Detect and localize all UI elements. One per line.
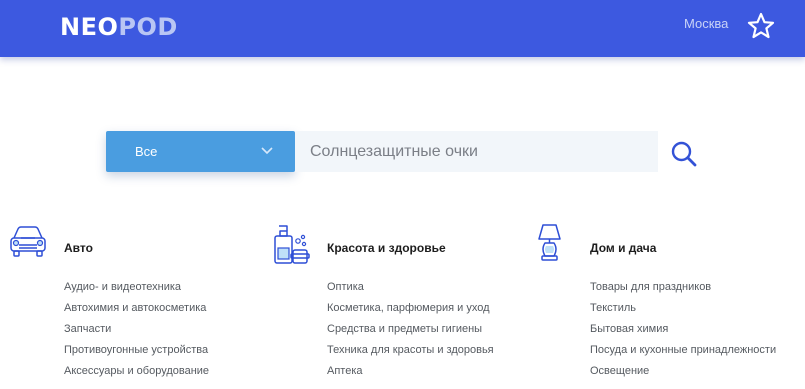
category-link[interactable]: Текстиль	[590, 301, 776, 322]
category-select-value: Все	[135, 144, 158, 159]
category-title[interactable]: Дом и дача	[590, 241, 656, 255]
category-link[interactable]: Автохимия и автокосметика	[64, 301, 209, 322]
category-link[interactable]: Освещение	[590, 364, 776, 385]
category-link[interactable]: Средства и предметы гигиены	[327, 322, 494, 343]
category-link[interactable]: Противоугонные устройства	[64, 343, 209, 364]
category-link[interactable]: Оптика	[327, 280, 494, 301]
search-input[interactable]	[295, 131, 658, 172]
chevron-down-icon	[261, 147, 273, 155]
category-link[interactable]: Аптека	[327, 364, 494, 385]
category-link[interactable]: Аксессуары и оборудование	[64, 364, 209, 385]
city-selector[interactable]: Москва	[684, 16, 728, 31]
category-title[interactable]: Авто	[64, 241, 93, 255]
category-links: Аудио- и видеотехника Автохимия и автоко…	[64, 280, 209, 385]
category-link[interactable]: Запчасти	[64, 322, 209, 343]
logo[interactable]: NEOPOD	[60, 12, 178, 42]
category-link[interactable]: Посуда и кухонные принадлежности	[590, 343, 776, 364]
table-lamp-icon	[538, 224, 561, 261]
category-link[interactable]: Косметика, парфюмерия и уход	[327, 301, 494, 322]
search-icon[interactable]	[670, 140, 698, 168]
category-links: Товары для праздников Текстиль Бытовая х…	[590, 280, 776, 385]
category-select[interactable]: Все	[106, 131, 295, 172]
cosmetics-bottle-icon	[274, 225, 310, 264]
logo-part1: NEO	[60, 13, 119, 41]
category-title[interactable]: Красота и здоровье	[327, 241, 446, 255]
category-link[interactable]: Товары для праздников	[590, 280, 776, 301]
logo-part2: POD	[118, 13, 178, 41]
car-icon	[10, 226, 46, 257]
star-icon[interactable]	[746, 11, 776, 41]
category-link[interactable]: Техника для красоты и здоровья	[327, 343, 494, 364]
header: NEOPOD Москва	[0, 0, 805, 57]
category-link[interactable]: Бытовая химия	[590, 322, 776, 343]
category-link[interactable]: Аудио- и видеотехника	[64, 280, 209, 301]
category-links: Оптика Косметика, парфюмерия и уход Сред…	[327, 280, 494, 385]
